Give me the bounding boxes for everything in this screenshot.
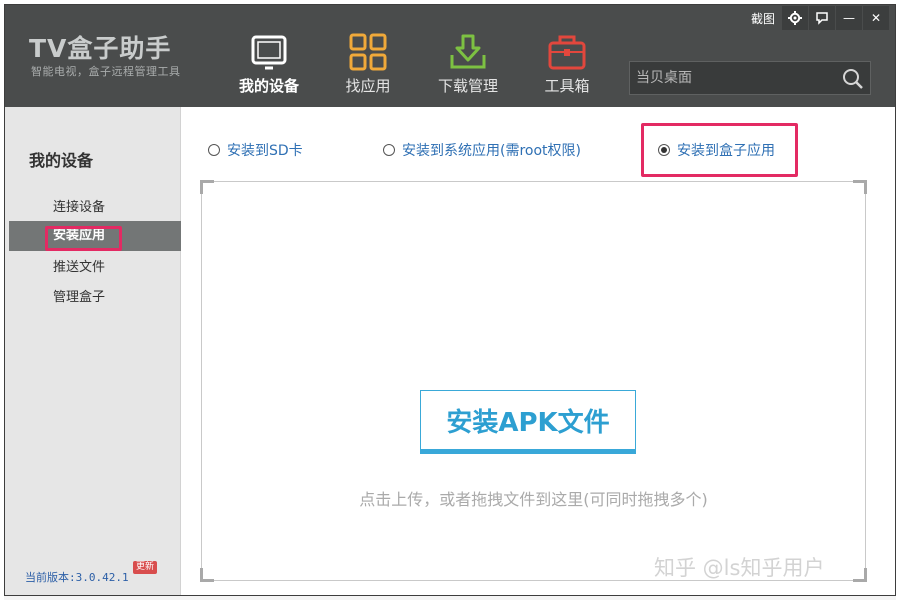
update-badge[interactable]: 更新 (133, 561, 158, 574)
settings-button[interactable] (782, 6, 808, 30)
corner-mark (853, 180, 867, 194)
search-icon[interactable] (842, 68, 864, 90)
nav-toolbox-label: 工具箱 (544, 77, 590, 95)
radio-install-system-app[interactable]: 安装到系统应用(需root权限) (383, 139, 581, 161)
sidebar-item-manage-box[interactable]: 管理盒子 (9, 283, 181, 313)
window-controls: 截图 — ✕ (744, 5, 895, 31)
radio-label: 安装到盒子应用 (677, 143, 775, 159)
nav-my-devices-label: 我的设备 (238, 77, 299, 95)
sidebar-title: 我的设备 (29, 151, 94, 170)
sidebar-item-label: 推送文件 (53, 260, 106, 275)
gear-icon (788, 11, 802, 25)
corner-mark (853, 568, 867, 582)
chat-bubble-icon (816, 12, 828, 25)
install-apk-button[interactable]: 安装APK文件 (420, 390, 636, 454)
app-window: TV盒子助手 智能电视，盒子远程管理工具 我的设备 找应用 下载管理 工具箱 截… (4, 4, 896, 596)
watermark-text: 知乎 @ls知乎用户 (654, 556, 825, 580)
sidebar-item-label: 管理盒子 (53, 290, 106, 305)
nav-my-devices[interactable]: 我的设备 (224, 27, 314, 103)
radio-circle (383, 144, 395, 156)
sidebar-item-label: 连接设备 (53, 200, 106, 215)
radio-circle (208, 144, 220, 156)
search-input[interactable] (630, 62, 830, 94)
radio-label: 安装到系统应用(需root权限) (402, 143, 581, 159)
nav-find-apps[interactable]: 找应用 (323, 27, 413, 103)
radio-circle (658, 144, 670, 156)
feedback-button[interactable] (809, 6, 835, 30)
search-box (629, 61, 871, 95)
radio-install-box-app[interactable]: 安装到盒子应用 (658, 139, 775, 161)
nav-download-manager[interactable]: 下载管理 (423, 27, 513, 103)
sidebar: 我的设备 连接设备 安装应用 推送文件 管理盒子 当前版本:3.0.42.1 更… (5, 107, 181, 595)
radio-install-sd-card[interactable]: 安装到SD卡 (208, 139, 303, 161)
grid-apps-icon (349, 33, 387, 71)
radio-label: 安装到SD卡 (227, 143, 303, 159)
toolbox-icon (548, 35, 586, 70)
app-header: TV盒子助手 智能电视，盒子远程管理工具 我的设备 找应用 下载管理 工具箱 截… (5, 5, 895, 107)
sidebar-item-connect-device[interactable]: 连接设备 (9, 193, 181, 223)
app-logo-subtitle: 智能电视，盒子远程管理工具 (31, 65, 181, 78)
corner-mark (200, 180, 214, 194)
corner-mark (200, 568, 214, 582)
drop-hint-text: 点击上传，或者拖拽文件到这里(可同时拖拽多个) (359, 490, 708, 509)
sidebar-item-push-files[interactable]: 推送文件 (9, 253, 181, 283)
apk-drop-zone[interactable]: 安装APK文件 点击上传，或者拖拽文件到这里(可同时拖拽多个) 知乎 @ls知乎… (200, 180, 867, 582)
minimize-button[interactable]: — (836, 6, 862, 30)
tablet-icon (251, 35, 287, 70)
background-right-strip (896, 6, 900, 600)
nav-download-manager-label: 下载管理 (437, 77, 498, 95)
sidebar-item-label: 安装应用 (53, 228, 106, 243)
nav-find-apps-label: 找应用 (345, 77, 391, 95)
download-icon (450, 34, 486, 69)
nav-toolbox[interactable]: 工具箱 (522, 27, 612, 103)
close-button[interactable]: ✕ (863, 6, 889, 30)
version-label: 当前版本:3.0.42.1 (25, 571, 129, 584)
app-logo-title: TV盒子助手 (29, 34, 172, 63)
sidebar-item-install-apps[interactable]: 安装应用 (9, 221, 181, 251)
screenshot-button[interactable]: 截图 (745, 6, 781, 30)
